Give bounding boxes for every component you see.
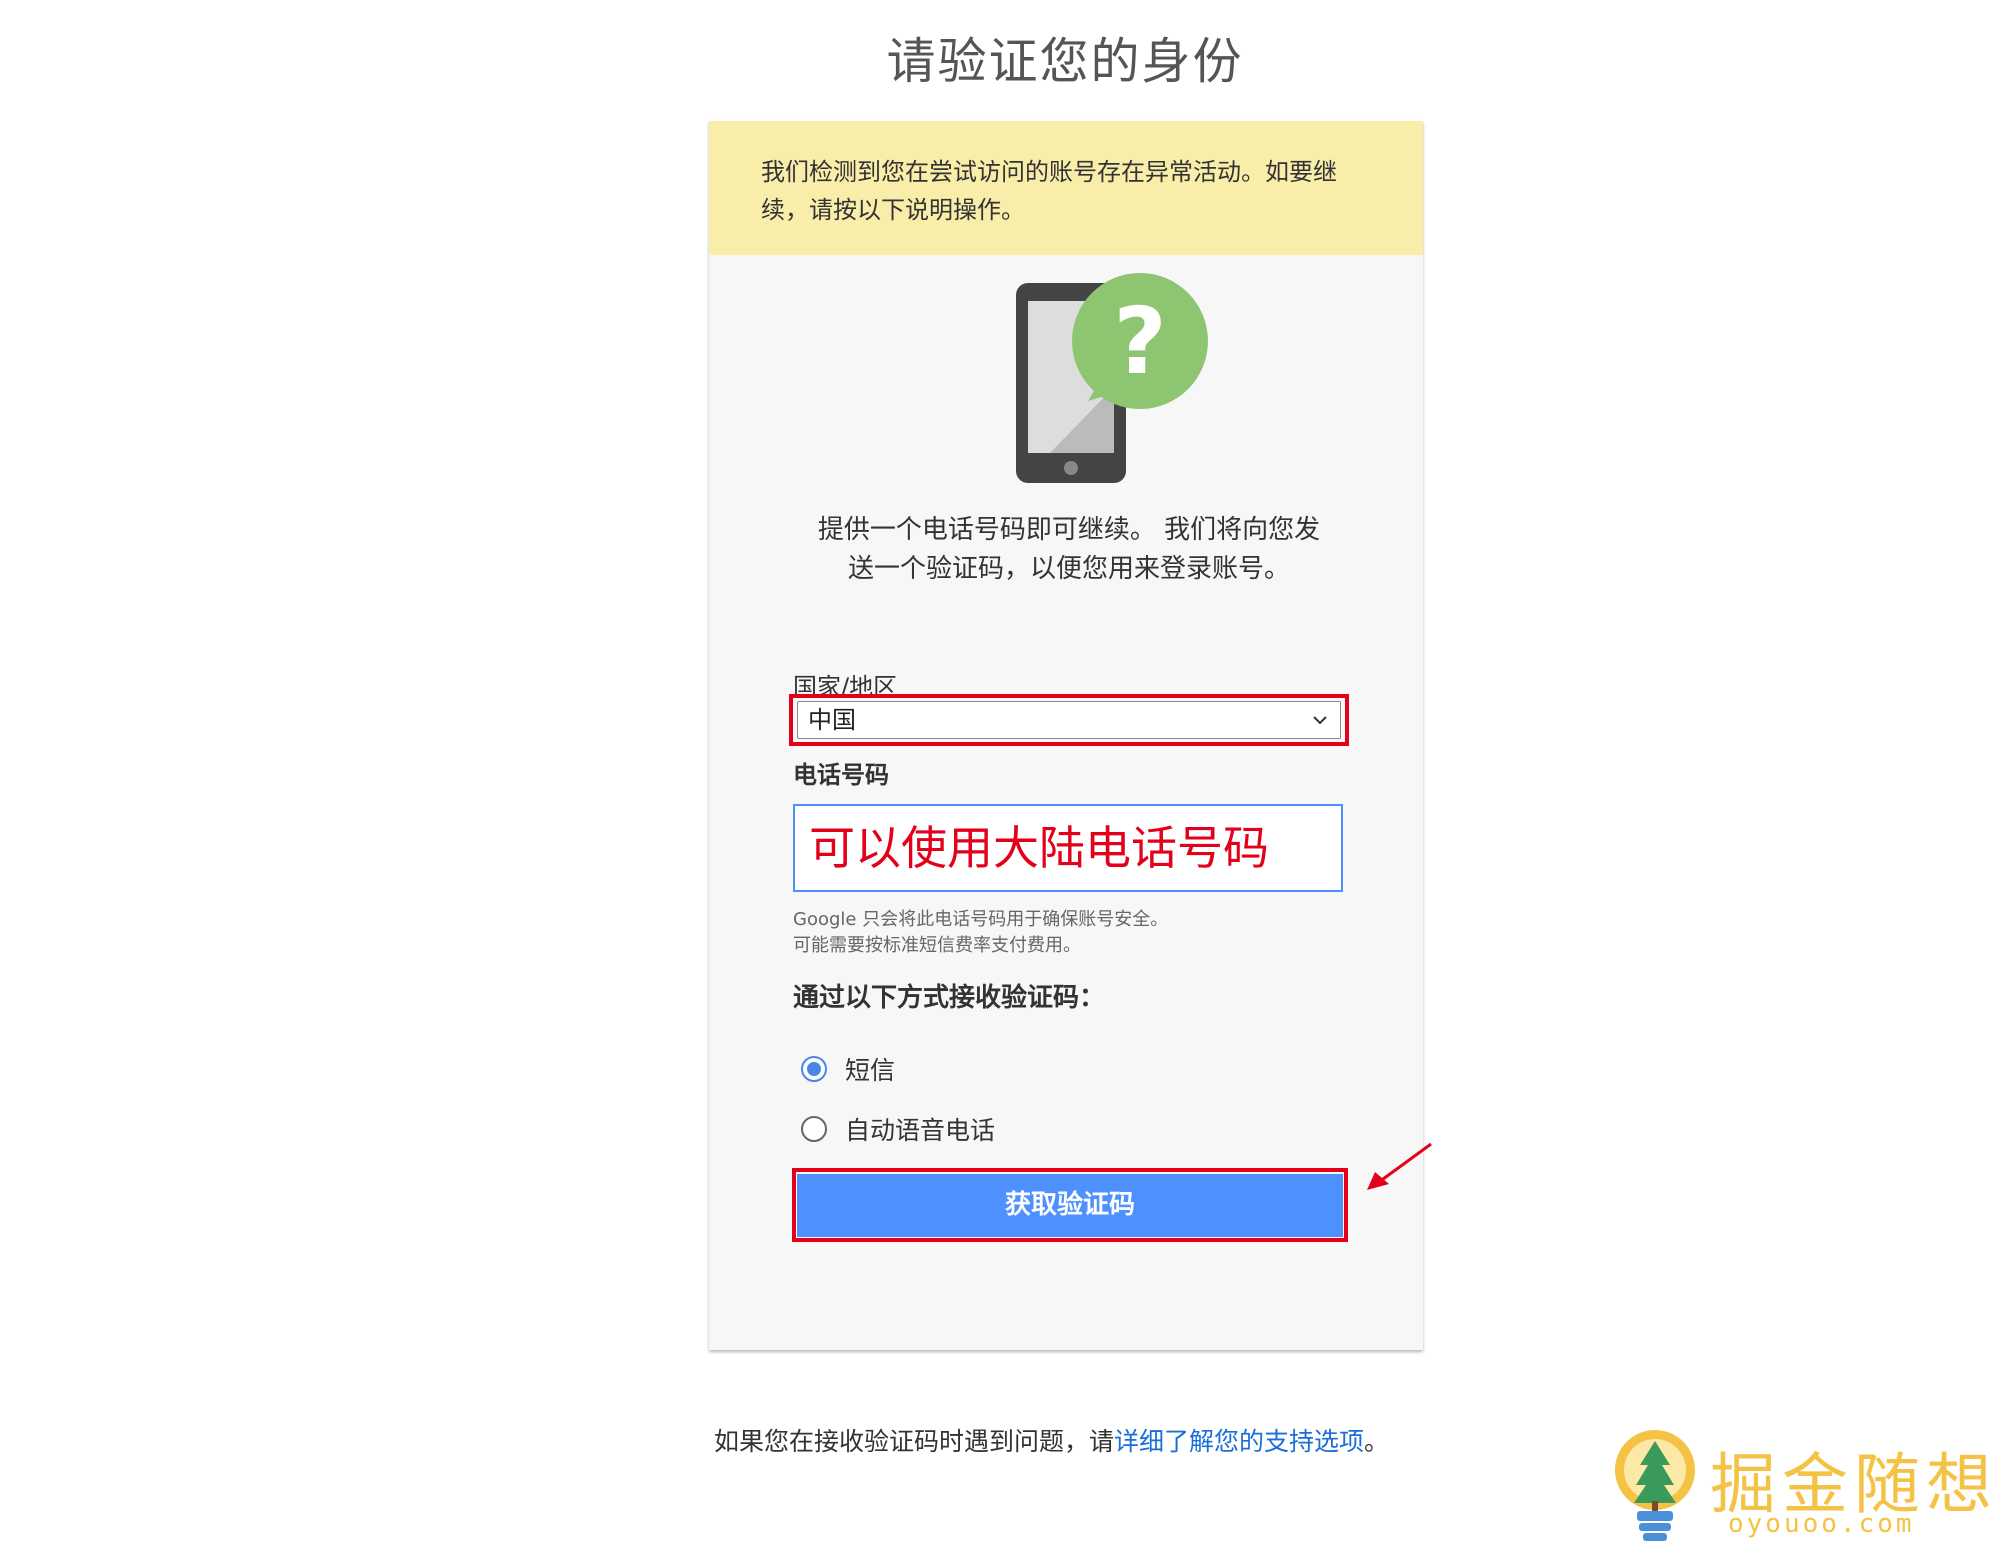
footer-prefix: 如果您在接收验证码时遇到问题，请 xyxy=(714,1427,1115,1456)
page-title: 请验证您的身份 xyxy=(886,33,1244,90)
highlight-box-country xyxy=(789,694,1349,746)
phone-label: 电话号码 xyxy=(793,761,889,789)
svg-text:?: ? xyxy=(1113,288,1166,395)
lightbulb-tree-icon xyxy=(1615,1430,1695,1541)
radio-option-sms[interactable]: 短信 xyxy=(801,1051,895,1087)
warning-banner: 我们检测到您在尝试访问的账号存在异常活动。如要继续，请按以下说明操作。 xyxy=(709,121,1423,255)
watermark-url: oyouoo.com xyxy=(1728,1509,1915,1539)
radio-option-voice[interactable]: 自动语音电话 xyxy=(801,1111,995,1147)
support-options-link[interactable]: 详细了解您的支持选项 xyxy=(1114,1427,1364,1456)
radio-button-checked[interactable] xyxy=(801,1056,827,1082)
phone-note-line: 可能需要按标准短信费率支付费用。 xyxy=(793,935,1081,956)
footer-suffix: 。 xyxy=(1364,1427,1390,1456)
radio-label: 自动语音电话 xyxy=(845,1116,996,1145)
phone-question-icon: ? xyxy=(1016,273,1208,483)
method-label: 通过以下方式接收验证码： xyxy=(793,983,1106,1013)
footer-text: 如果您在接收验证码时遇到问题，请详细了解您的支持选项。 xyxy=(714,1422,1389,1458)
phone-note: Google 只会将此电话号码用于确保账号安全。 可能需要按标准短信费率支付费用… xyxy=(793,907,1168,959)
phone-note-line: Google 只会将此电话号码用于确保账号安全。 xyxy=(793,909,1169,930)
watermark: 掘金随想 oyouoo.com xyxy=(1610,1425,1992,1550)
red-arrow-icon xyxy=(1367,1142,1432,1190)
radio-label: 短信 xyxy=(845,1056,896,1085)
radio-button[interactable] xyxy=(801,1116,827,1142)
highlight-box-button xyxy=(792,1168,1348,1242)
intro-text: 提供一个电话号码即可继续。 我们将向您发送一个验证码，以便您用来登录账号。 xyxy=(817,515,1321,584)
phone-input[interactable]: 可以使用大陆电话号码 xyxy=(793,804,1343,892)
verification-card: 我们检测到您在尝试访问的账号存在异常活动。如要继续，请按以下说明操作。 ? 提供… xyxy=(709,121,1423,1350)
